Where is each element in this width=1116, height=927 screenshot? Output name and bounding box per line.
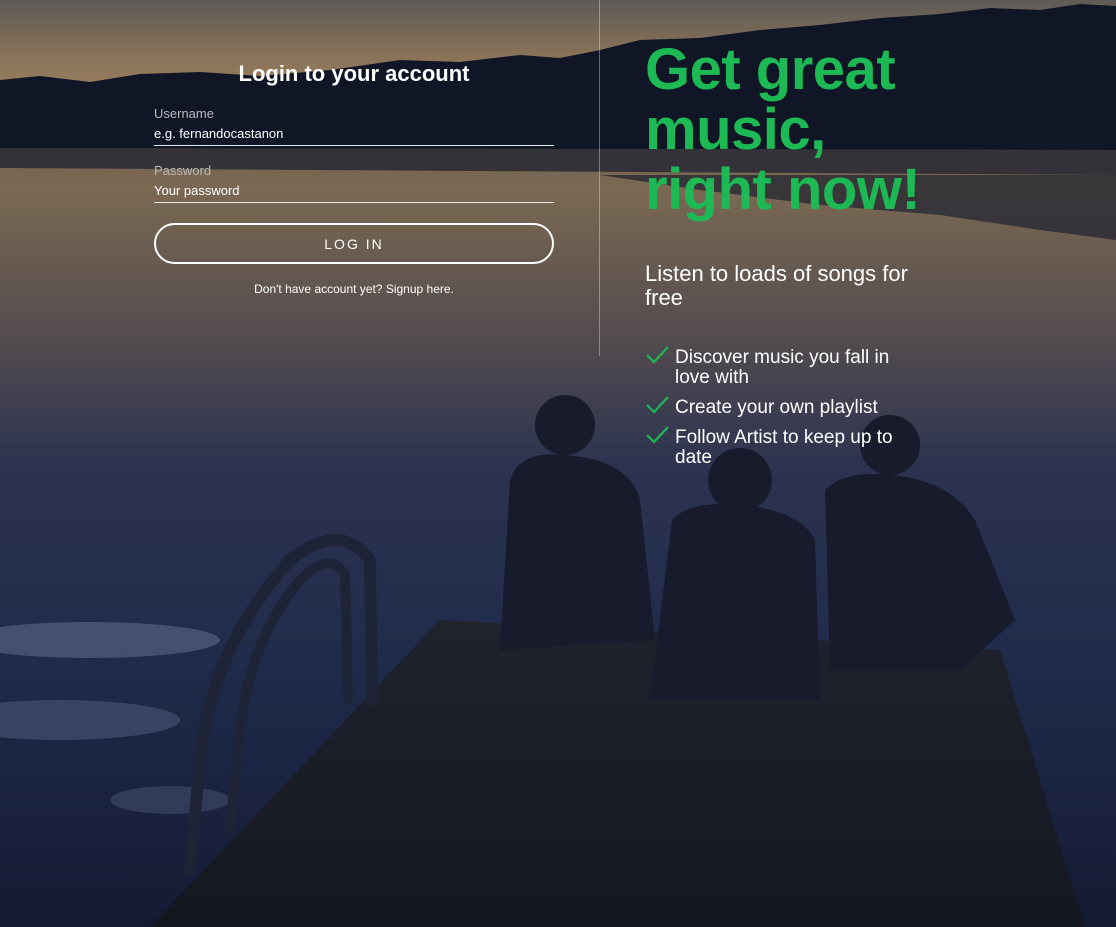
subheadline: Listen to loads of songs for free	[645, 261, 908, 310]
feature-item: Discover music you fall in love with	[645, 346, 925, 388]
feature-text: Follow Artist to keep up to date	[675, 427, 893, 468]
feature-text: Discover music you fall in love with	[675, 347, 890, 388]
check-icon	[646, 426, 669, 444]
login-title: Login to your account	[238, 61, 470, 86]
password-field-group: Password	[154, 161, 554, 203]
username-field-group: Username	[154, 104, 554, 146]
username-label: Username	[154, 106, 214, 121]
signup-link[interactable]: Don't have account yet? Signup here.	[154, 282, 554, 296]
username-input[interactable]	[154, 124, 554, 142]
panel-divider	[599, 0, 600, 356]
password-input[interactable]	[154, 181, 554, 199]
promo-section: Get great music, right now! Listen to lo…	[645, 40, 965, 478]
feature-list: Discover music you fall in love with Cre…	[645, 346, 965, 468]
check-icon	[646, 396, 669, 414]
login-form: Login to your account Username Password …	[154, 58, 554, 296]
feature-item: Follow Artist to keep up to date	[645, 426, 925, 468]
password-label: Password	[154, 163, 212, 178]
headline: Get great music, right now!	[645, 37, 921, 222]
login-page: Login to your account Username Password …	[0, 0, 1116, 927]
feature-item: Create your own playlist	[645, 396, 925, 418]
feature-text: Create your own playlist	[675, 397, 878, 418]
login-button[interactable]: LOG IN	[154, 223, 554, 264]
check-icon	[646, 346, 669, 364]
